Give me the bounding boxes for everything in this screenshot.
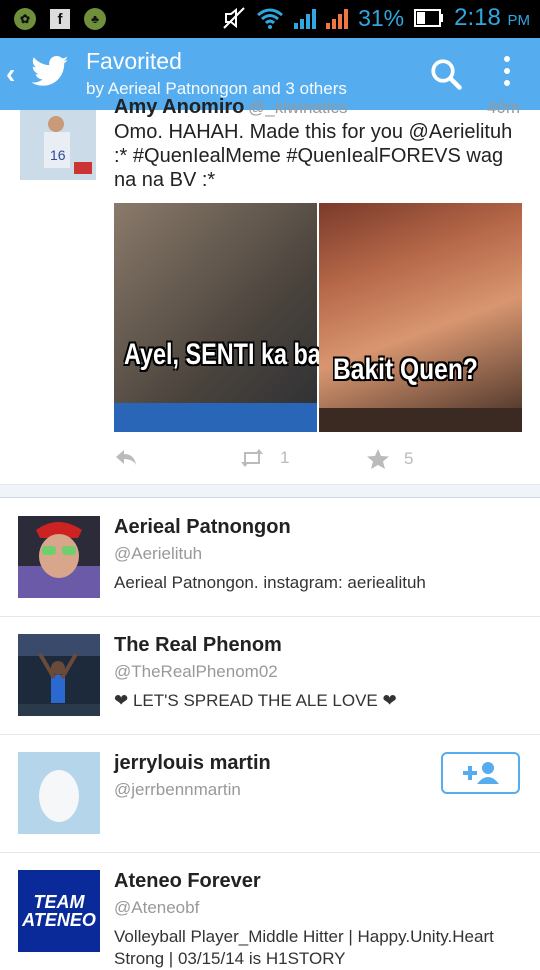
- retweet-icon: [241, 449, 263, 467]
- reply-icon: [116, 450, 136, 465]
- favorite-count: 5: [404, 449, 414, 468]
- clock: 2:18 PM: [454, 4, 530, 31]
- tweet[interactable]: 16 Amy Anomiro @_kiwinatics 40m Omo. HAH…: [0, 96, 540, 485]
- media-caption-left: Ayel, SENTI ka ba?: [124, 338, 336, 371]
- avatar[interactable]: [18, 516, 100, 598]
- media-photo-left: Ayel, SENTI ka ba?: [114, 203, 335, 432]
- page-title: Favorited: [86, 48, 182, 74]
- signal-icon-2: [326, 7, 349, 29]
- section-divider: [0, 484, 540, 498]
- list-item-user[interactable]: Aerieal Patnongon @Aerielituh Aerieal Pa…: [0, 498, 540, 617]
- silent-icon: [223, 7, 245, 29]
- list-item-user[interactable]: jerrylouis martin @jerrbennmartin: [0, 734, 540, 853]
- tweet-author-handle: @_kiwinatics: [248, 98, 348, 117]
- user-handle: @Aerielituh: [114, 544, 203, 563]
- user-handle: @Ateneobf: [114, 898, 200, 917]
- follow-button[interactable]: [441, 752, 520, 794]
- tweet-text: Omo. HAHAH. Made this for you @Aerielitu…: [114, 121, 513, 191]
- tweet-timestamp: 40m: [486, 98, 520, 117]
- facebook-icon: f: [50, 9, 70, 29]
- user-bio: Aerieal Patnongon. instagram: aeriealitu…: [114, 573, 426, 592]
- avatar[interactable]: TEAM ATENEO: [18, 870, 100, 952]
- user-handle: @TheRealPhenom02: [114, 662, 278, 681]
- default-egg-avatar-icon: [18, 752, 100, 834]
- tweet-media[interactable]: Ayel, SENTI ka ba? Bakit Quen?: [114, 203, 522, 432]
- user-name[interactable]: Aerieal Patnongon: [114, 516, 291, 539]
- status-bar: ✿ f ♣ 31% 2:18 PM: [0, 0, 540, 38]
- svg-text:16: 16: [50, 147, 66, 163]
- battery-percent: 31%: [358, 4, 405, 31]
- retweet-count: 1: [280, 448, 290, 467]
- avatar[interactable]: [18, 752, 100, 834]
- app-icon-1: ✿: [14, 8, 36, 30]
- tweet-author-name[interactable]: Amy Anomiro: [114, 96, 244, 119]
- add-user-icon: [462, 762, 499, 784]
- tweet-avatar[interactable]: 16: [20, 110, 96, 180]
- media-caption-right: Bakit Quen?: [333, 353, 478, 386]
- favorite-button[interactable]: 5: [366, 448, 413, 470]
- team-ateneo-logo: TEAM ATENEO: [18, 870, 100, 952]
- list-item-user[interactable]: TEAM ATENEO Ateneo Forever @Ateneobf Vol…: [0, 852, 540, 970]
- user-bio: Volleyball Player_Middle Hitter | Happy.…: [114, 927, 494, 968]
- avatar[interactable]: [18, 634, 100, 716]
- list-item-user[interactable]: The Real Phenom @TheRealPhenom02 ❤ LET'S…: [0, 616, 540, 735]
- wifi-icon: [257, 8, 284, 29]
- user-handle: @jerrbennmartin: [114, 780, 241, 799]
- star-icon: [367, 449, 389, 469]
- back-button[interactable]: ‹: [6, 58, 15, 90]
- twitter-bird-icon: [31, 56, 69, 86]
- more-options-icon[interactable]: [504, 56, 510, 92]
- retweet-button[interactable]: 1: [238, 448, 289, 468]
- battery-icon: [414, 9, 444, 27]
- signal-icon: [294, 7, 317, 29]
- user-name[interactable]: jerrylouis martin: [114, 752, 271, 775]
- user-name[interactable]: Ateneo Forever: [114, 870, 261, 893]
- user-name[interactable]: The Real Phenom: [114, 634, 282, 657]
- reply-button[interactable]: [114, 448, 138, 468]
- media-photo-right: Bakit Quen?: [319, 203, 522, 432]
- user-bio: ❤ LET'S SPREAD THE ALE LOVE ❤: [114, 691, 397, 710]
- search-icon[interactable]: [428, 56, 464, 92]
- app-icon-2: ♣: [84, 8, 106, 30]
